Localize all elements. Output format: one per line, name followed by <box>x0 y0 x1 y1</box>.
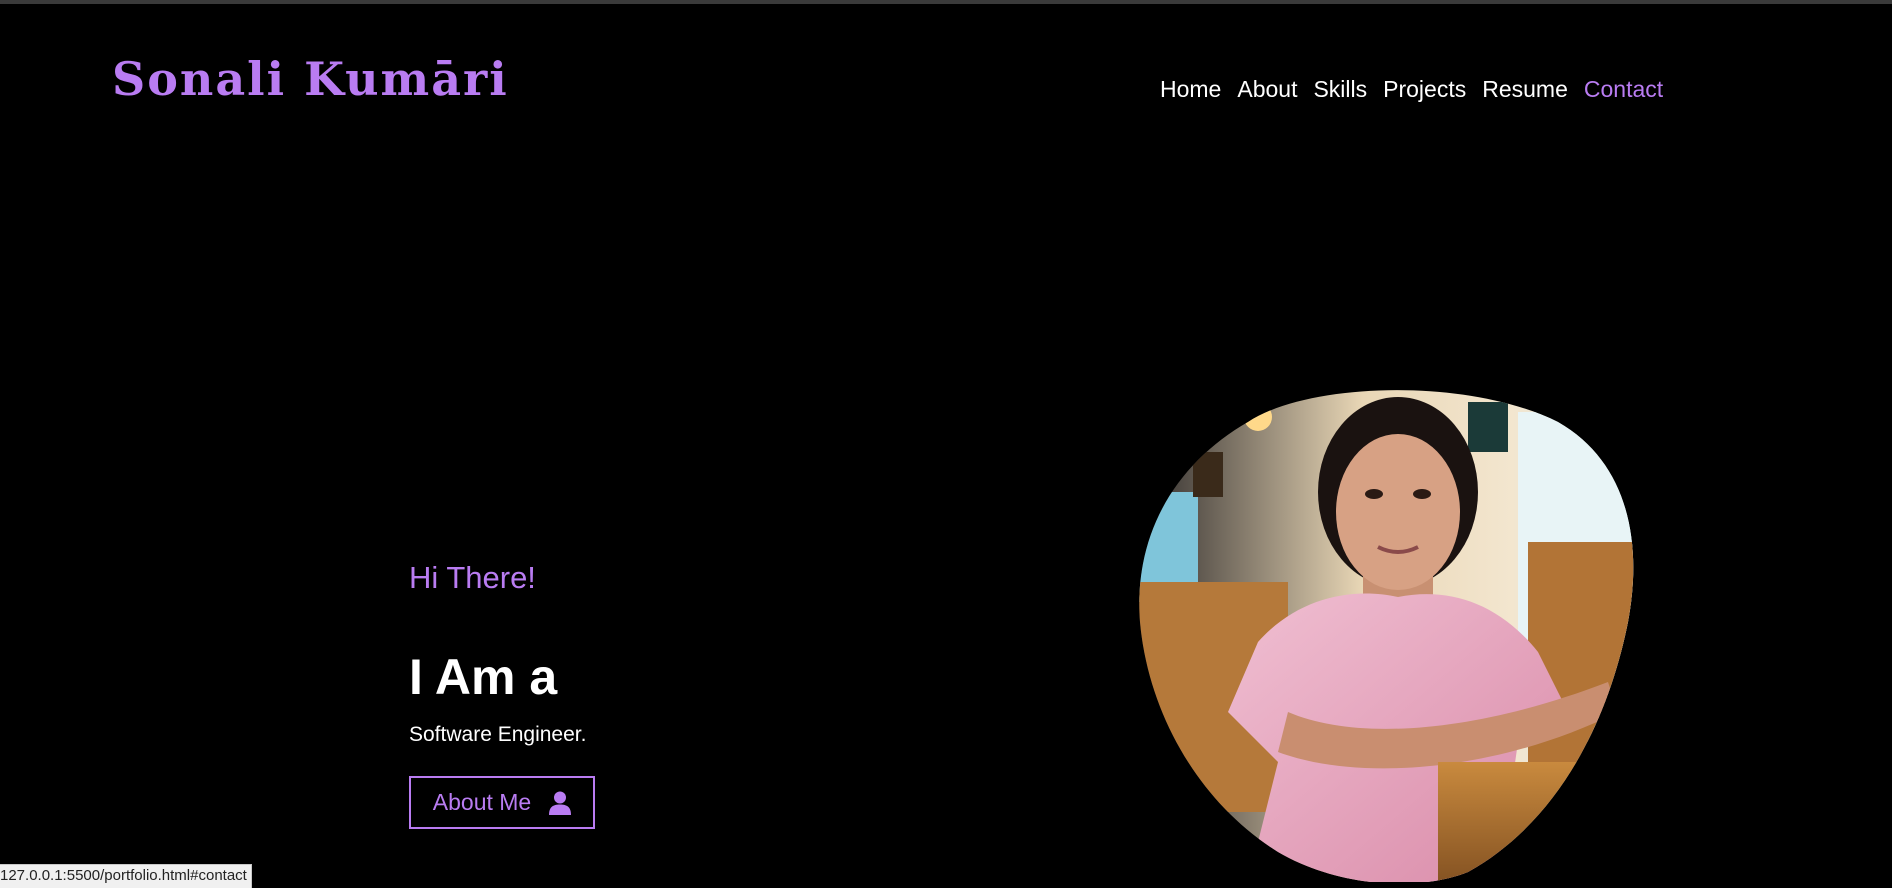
main-nav: Home About Skills Projects Resume Contac… <box>1160 76 1663 103</box>
portfolio-page: Sonali Kumāri Home About Skills Projects… <box>0 0 1892 888</box>
nav-home[interactable]: Home <box>1160 76 1221 103</box>
hero-headline: I Am a <box>409 649 558 705</box>
about-me-button-label: About Me <box>432 789 532 815</box>
site-logo[interactable]: Sonali Kumāri <box>112 52 509 106</box>
hero-greeting: Hi There! <box>409 560 536 595</box>
hero-role: Software Engineer. <box>409 723 587 746</box>
about-me-button[interactable]: About Me <box>409 776 595 829</box>
nav-projects[interactable]: Projects <box>1383 76 1466 103</box>
profile-photo <box>1138 382 1638 884</box>
nav-about[interactable]: About <box>1237 76 1297 103</box>
browser-top-border <box>0 0 1892 4</box>
nav-contact[interactable]: Contact <box>1584 76 1663 103</box>
nav-resume[interactable]: Resume <box>1482 76 1568 103</box>
user-icon <box>549 791 572 815</box>
status-bar-url: 127.0.0.1:5500/portfolio.html#contact <box>0 864 252 888</box>
nav-skills[interactable]: Skills <box>1313 76 1367 103</box>
